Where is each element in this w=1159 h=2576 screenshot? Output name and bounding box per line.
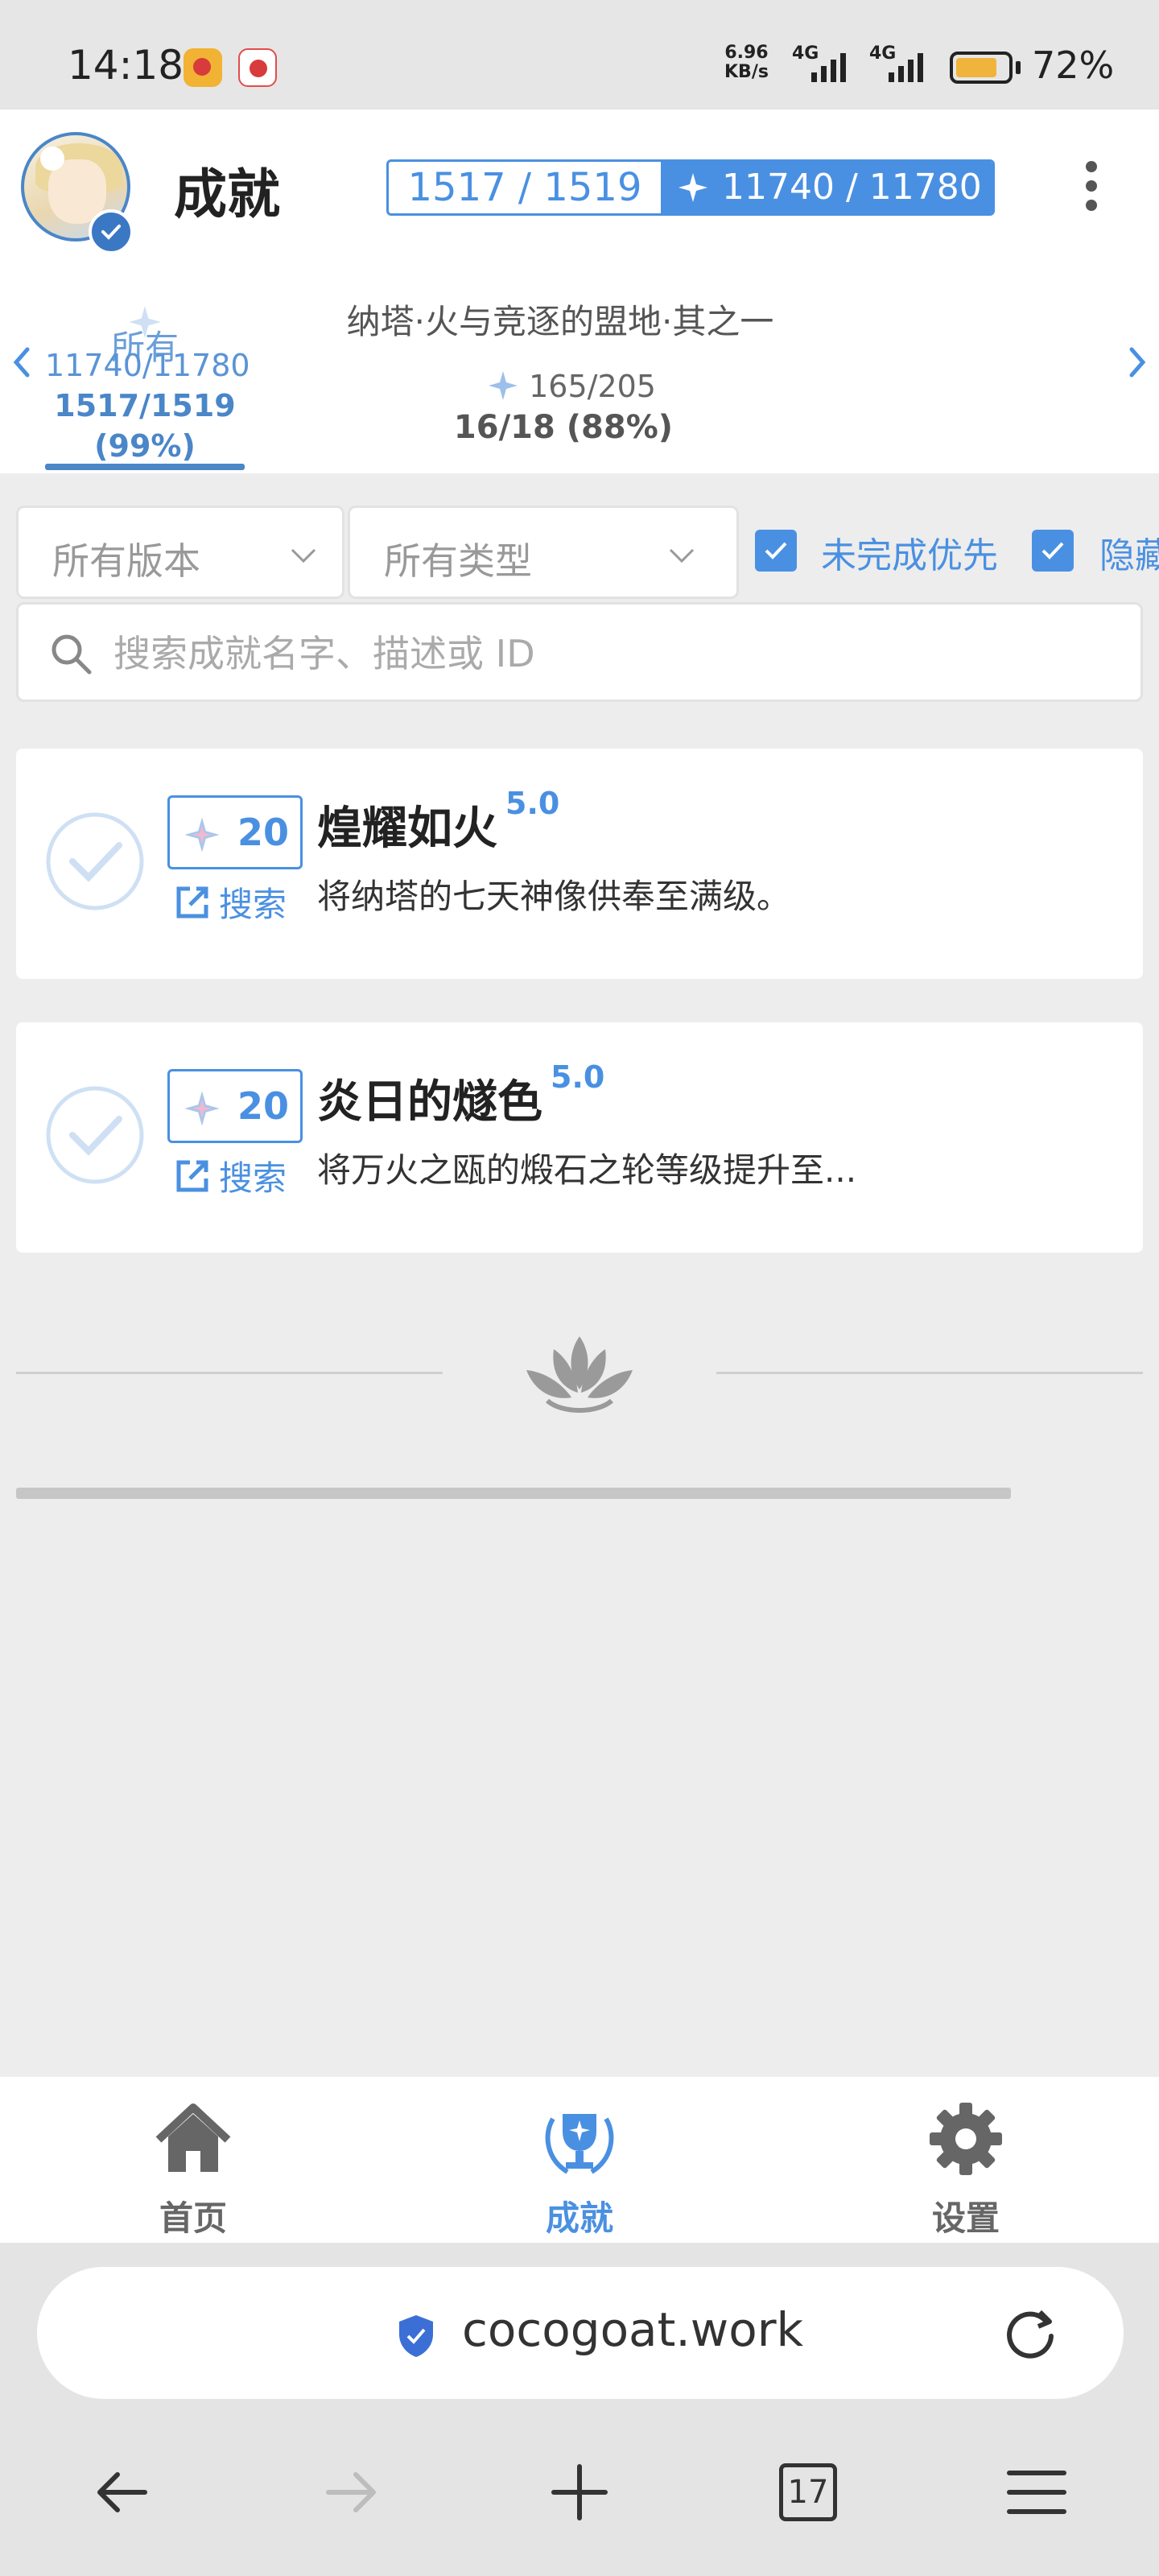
more-menu-button[interactable] xyxy=(1075,156,1107,221)
verified-check-icon xyxy=(89,209,134,254)
forward-arrow-icon[interactable] xyxy=(319,2460,383,2524)
search-link[interactable]: 搜索 xyxy=(174,877,287,927)
page-title: 成就 xyxy=(174,163,280,225)
chevron-right-icon[interactable] xyxy=(1122,338,1154,386)
achievement-count: 1517 / 1519 xyxy=(407,165,642,210)
battery-percent: 72% xyxy=(1032,43,1115,87)
check-icon xyxy=(765,542,787,559)
external-link-icon xyxy=(176,1160,208,1191)
chevron-down-icon xyxy=(291,548,316,564)
search-input[interactable] xyxy=(113,625,1112,682)
hamburger-menu-icon[interactable] xyxy=(1004,2460,1069,2524)
tab-all-primogems: 11740/11780 xyxy=(45,348,250,383)
reward-amount: 20 xyxy=(237,811,290,854)
battery-tip xyxy=(1016,61,1021,74)
back-arrow-icon[interactable] xyxy=(90,2460,155,2524)
signal-icon xyxy=(811,53,846,82)
chevron-down-icon xyxy=(669,548,695,564)
version-select[interactable]: 所有版本 xyxy=(16,506,344,599)
search-link[interactable]: 搜索 xyxy=(174,1151,287,1200)
type-select-value: 所有类型 xyxy=(384,539,532,583)
shield-icon xyxy=(399,2315,433,2357)
signal-icon xyxy=(889,53,923,82)
reward-badge: 20 xyxy=(167,1069,303,1143)
tab-natlan-primogem-value: 165/205 xyxy=(529,369,656,404)
status-time: 14:18 xyxy=(68,42,184,89)
complete-toggle-icon[interactable] xyxy=(43,1084,146,1187)
bottom-nav: 首页 成就 设置 xyxy=(0,2077,1159,2243)
progress-badge: 1517 / 1519 11740 / 11780 xyxy=(386,159,995,216)
type-select[interactable]: 所有类型 xyxy=(348,506,739,599)
home-icon xyxy=(155,2103,231,2172)
reload-icon[interactable] xyxy=(1000,2302,1061,2363)
nav-settings-label: 设置 xyxy=(931,2198,1000,2238)
external-link-icon xyxy=(176,886,208,918)
nav-home-label: 首页 xyxy=(159,2198,227,2238)
tab-natlan-count: 16/18 (88%) xyxy=(453,409,674,446)
net-speed-unit: KB/s xyxy=(724,62,769,82)
net-speed-value: 6.96 xyxy=(724,43,769,63)
achievement-title: 炎日的燧色 xyxy=(317,1076,542,1129)
achievement-card: 20 搜索 炎日的燧色 5.0 将万火之瓯的煅石之轮等级提升至... xyxy=(16,1022,1143,1253)
net-speed: 6.96 KB/s xyxy=(724,43,769,82)
check-icon xyxy=(1041,542,1064,559)
gear-icon xyxy=(930,2103,1002,2175)
notification-app-icon xyxy=(184,48,222,87)
address-bar[interactable]: cocogoat.work xyxy=(37,2267,1124,2399)
tab-count-button[interactable]: 17 xyxy=(779,2463,837,2521)
hide-checkbox[interactable] xyxy=(1032,530,1074,572)
search-link-label: 搜索 xyxy=(219,885,287,924)
achievement-version: 5.0 xyxy=(551,1059,605,1095)
trophy-icon xyxy=(545,2114,614,2174)
scroll-indicator xyxy=(16,1488,1011,1499)
tab-all-count: 1517/1519 xyxy=(54,388,236,423)
status-bar: 14:18 6.96 KB/s 4G 4G 72% xyxy=(0,0,1159,109)
category-tabs: 所有 11740/11780 1517/1519 (99%) 纳塔·火与竞逐的盟… xyxy=(0,262,1159,473)
search-box xyxy=(16,602,1143,702)
tab-all-percent: (99%) xyxy=(94,428,196,464)
nav-home[interactable]: 首页 xyxy=(97,2095,290,2240)
primogem-icon xyxy=(678,173,707,202)
primogem-icon xyxy=(184,1091,220,1126)
version-select-value: 所有版本 xyxy=(52,539,200,583)
new-tab-plus-icon[interactable] xyxy=(547,2460,612,2524)
lotus-icon xyxy=(526,1336,633,1413)
achievement-description: 将纳塔的七天神像供奉至满级。 xyxy=(317,877,791,916)
notification-app-icon xyxy=(238,48,277,87)
divider-line xyxy=(716,1372,1143,1374)
tab-natlan-primogems: 165/205 xyxy=(451,369,692,404)
complete-toggle-icon[interactable] xyxy=(43,810,146,913)
primogem-count: 11740 / 11780 xyxy=(722,167,982,208)
achievement-description: 将万火之瓯的煅石之轮等级提升至... xyxy=(317,1150,857,1190)
url-text: cocogoat.work xyxy=(462,2302,804,2357)
tab-natlan-label: 纳塔·火与竞逐的盟地·其之一 xyxy=(346,302,774,341)
divider-line xyxy=(16,1372,443,1374)
search-link-label: 搜索 xyxy=(219,1158,287,1198)
primogem-icon xyxy=(489,371,518,400)
chevron-left-icon[interactable] xyxy=(5,338,37,386)
hide-label[interactable]: 隐藏 xyxy=(1099,526,1159,578)
search-icon xyxy=(52,634,92,675)
primogem-total: 11740 / 11780 xyxy=(661,162,992,213)
browser-toolbar: cocogoat.work 17 xyxy=(0,2243,1159,2576)
achievement-version: 5.0 xyxy=(505,786,560,821)
primogem-icon xyxy=(184,817,220,852)
battery-icon xyxy=(950,52,1013,84)
reward-amount: 20 xyxy=(237,1084,290,1128)
nav-achievements-label: 成就 xyxy=(545,2198,613,2238)
active-tab-indicator xyxy=(45,464,245,470)
incomplete-first-checkbox[interactable] xyxy=(755,530,797,572)
incomplete-first-label[interactable]: 未完成优先 xyxy=(821,526,998,578)
reward-badge: 20 xyxy=(167,795,303,869)
nav-achievements[interactable]: 成就 xyxy=(483,2095,676,2240)
nav-settings[interactable]: 设置 xyxy=(869,2095,1062,2240)
app-header: 成就 1517 / 1519 11740 / 11780 xyxy=(0,109,1159,262)
achievement-card: 20 搜索 煌耀如火 5.0 将纳塔的七天神像供奉至满级。 xyxy=(16,749,1143,979)
achievement-title: 煌耀如火 xyxy=(317,803,497,855)
